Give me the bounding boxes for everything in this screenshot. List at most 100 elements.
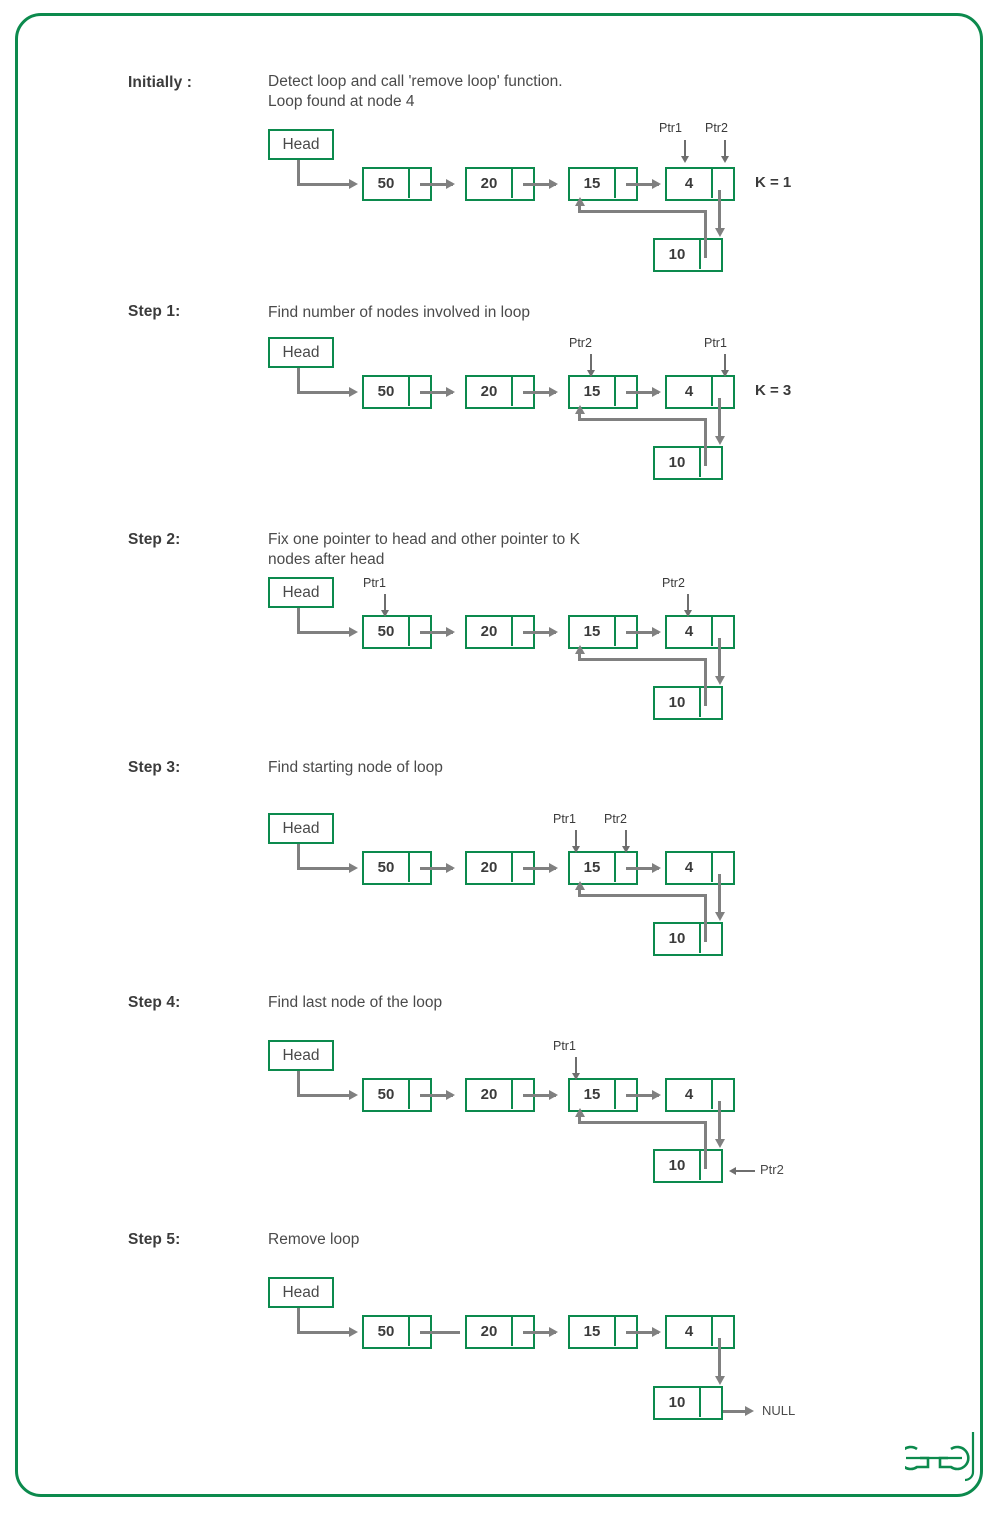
link-arrowhead xyxy=(446,863,455,873)
node-10: 10 xyxy=(653,238,723,272)
loopback-vertical-left xyxy=(578,889,581,897)
pointer-label-ptr1: Ptr1 xyxy=(363,576,386,590)
node-10: 10 xyxy=(653,1149,723,1183)
node-value: 50 xyxy=(364,853,410,882)
link-arrowhead xyxy=(549,387,558,397)
node-value: 20 xyxy=(467,1317,513,1346)
link-4-10-arrowhead xyxy=(715,1376,725,1385)
node-value: 20 xyxy=(467,377,513,406)
loopback-horizontal xyxy=(578,894,707,897)
node-value: 50 xyxy=(364,1080,410,1109)
step-description-step5: Remove loop xyxy=(268,1231,360,1248)
node-next-cell xyxy=(697,1388,721,1417)
link-arrowhead xyxy=(549,1090,558,1100)
pointer-arrowhead-ptr1 xyxy=(681,156,689,163)
node-value: 20 xyxy=(467,169,513,198)
pointer-arrowhead-ptr2 xyxy=(721,156,729,163)
page-border xyxy=(15,13,983,1497)
loopback-horizontal xyxy=(578,658,707,661)
pointer-label-ptr1: Ptr1 xyxy=(553,1039,576,1053)
node-4: 4 xyxy=(665,1078,735,1112)
geeksforgeeks-logo xyxy=(898,1428,980,1488)
pointer-label-ptr2: Ptr2 xyxy=(705,121,728,135)
pointer-arrowhead-ptr1 xyxy=(572,846,580,853)
loopback-arrowhead xyxy=(575,405,585,414)
node-next-cell xyxy=(697,240,721,269)
link-4-10-vertical xyxy=(718,398,721,438)
node-value: 20 xyxy=(467,617,513,646)
link-arrowhead xyxy=(549,179,558,189)
link-4-10-arrowhead xyxy=(715,912,725,921)
node-4: 4 xyxy=(665,375,735,409)
link-arrowhead xyxy=(652,863,661,873)
node-4: 4 xyxy=(665,851,735,885)
node-value: 50 xyxy=(364,169,410,198)
loopback-arrowhead xyxy=(575,881,585,890)
step-description-step1: Find number of nodes involved in loop xyxy=(268,304,530,321)
link-arrowhead xyxy=(446,179,455,189)
pointer-arrowhead-ptr1 xyxy=(572,1073,580,1080)
node-next-cell xyxy=(709,169,733,198)
pointer-arrowhead-ptr1 xyxy=(381,610,389,617)
loopback-vertical-right xyxy=(704,658,707,706)
head-elbow-horizontal xyxy=(297,1094,349,1097)
loopback-vertical-right xyxy=(704,1121,707,1169)
loopback-vertical-left xyxy=(578,653,581,661)
node-value: 10 xyxy=(655,1151,701,1180)
node-value: 20 xyxy=(467,1080,513,1109)
link-arrowhead xyxy=(652,1327,661,1337)
step-label-step4: Step 4: xyxy=(128,994,181,1011)
link-4-10-vertical xyxy=(718,1101,721,1141)
link-4-10-vertical xyxy=(718,1338,721,1378)
head-elbow-horizontal xyxy=(297,867,349,870)
head-arrowhead xyxy=(349,1090,358,1100)
node-value: 10 xyxy=(655,240,701,269)
null-label: NULL xyxy=(762,1403,796,1418)
loopback-vertical-right xyxy=(704,210,707,258)
head-elbow-horizontal xyxy=(297,1331,349,1334)
link-arrowhead xyxy=(549,1327,558,1337)
link-arrowhead xyxy=(446,627,455,637)
node-value: 15 xyxy=(570,169,616,198)
node-4: 4 xyxy=(665,1315,735,1349)
step-label-step1: Step 1: xyxy=(128,303,181,320)
loopback-vertical-left xyxy=(578,205,581,213)
head-box-step2: Head xyxy=(268,577,334,608)
node-value: 50 xyxy=(364,1317,410,1346)
node-value: 4 xyxy=(667,1317,713,1346)
node-value: 20 xyxy=(467,853,513,882)
loopback-arrowhead xyxy=(575,1108,585,1117)
link-null-arrowhead xyxy=(745,1406,754,1416)
link-4-10-vertical xyxy=(718,874,721,914)
node-next-cell xyxy=(709,377,733,406)
pointer-label-ptr1: Ptr1 xyxy=(553,812,576,826)
pointer-arrowhead-ptr2 xyxy=(622,846,630,853)
loopback-vertical-right xyxy=(704,894,707,942)
node-value: 4 xyxy=(667,617,713,646)
node-value: 10 xyxy=(655,924,701,953)
step-label-initially: Initially : xyxy=(128,74,192,91)
pointer-label-ptr1: Ptr1 xyxy=(704,336,727,350)
link-50-20 xyxy=(420,1331,460,1334)
step-label-step3: Step 3: xyxy=(128,759,181,776)
node-10: 10 xyxy=(653,922,723,956)
link-arrowhead xyxy=(652,387,661,397)
pointer-arrowhead-ptr1 xyxy=(721,370,729,377)
loopback-vertical-right xyxy=(704,418,707,466)
step-description-step4: Find last node of the loop xyxy=(268,994,443,1011)
node-value: 15 xyxy=(570,1080,616,1109)
node-value: 15 xyxy=(570,377,616,406)
pointer-arrowhead-ptr2 xyxy=(684,610,692,617)
loopback-horizontal xyxy=(578,418,707,421)
pointer-label-ptr2: Ptr2 xyxy=(569,336,592,350)
node-value: 4 xyxy=(667,169,713,198)
node-10: 10 xyxy=(653,1386,723,1420)
head-arrowhead xyxy=(349,179,358,189)
node-value: 10 xyxy=(655,1388,701,1417)
loopback-horizontal xyxy=(578,1121,707,1124)
node-value: 10 xyxy=(655,448,701,477)
link-arrowhead xyxy=(446,387,455,397)
head-elbow-horizontal xyxy=(297,631,349,634)
head-box-initially: Head xyxy=(268,129,334,160)
node-10: 10 xyxy=(653,686,723,720)
